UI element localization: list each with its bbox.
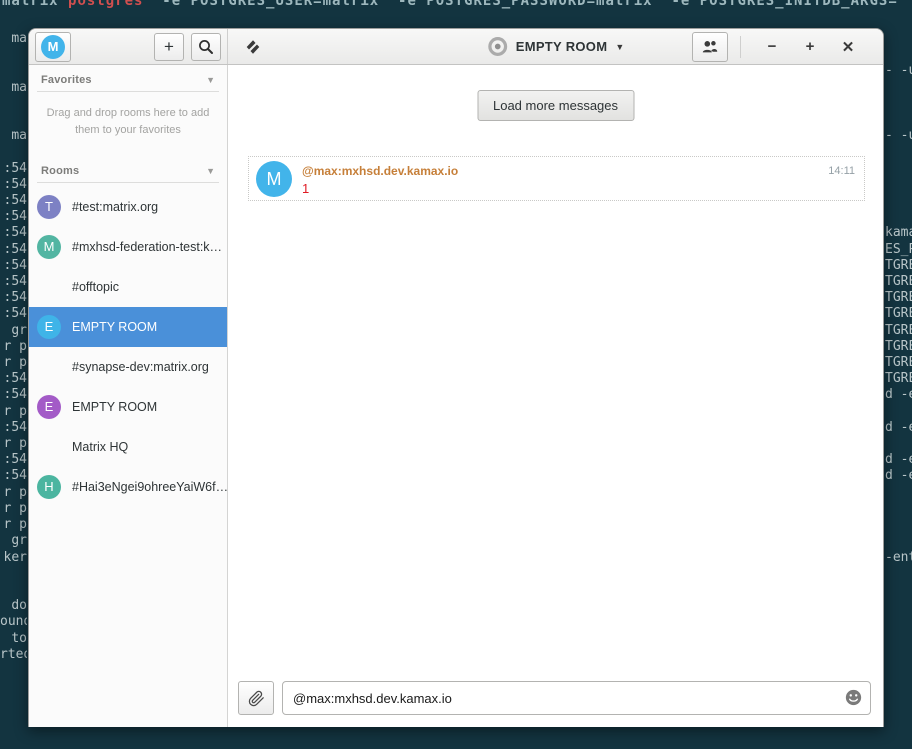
favorites-section-header[interactable]: Favorites ▼: [29, 65, 227, 89]
room-row[interactable]: #offtopic: [29, 267, 227, 307]
minimize-button[interactable]: −: [764, 38, 780, 55]
room-list: T #test:matrix.org M #mxhsd-federation-test…: [29, 187, 227, 507]
search-button[interactable]: [191, 33, 221, 61]
room-name: Matrix HQ: [72, 440, 128, 454]
maximize-button[interactable]: +: [802, 38, 818, 55]
room-avatar: H: [37, 475, 61, 499]
rooms-label: Rooms: [41, 165, 79, 177]
matrix-client-window: M + EMPTY ROOM ▼: [28, 28, 884, 727]
room-row[interactable]: H #Hai3eNgei9ohreeYaiW6f…: [29, 467, 227, 507]
message-body: 1: [302, 181, 309, 196]
room-name: EMPTY ROOM: [72, 400, 157, 414]
members-icon: [701, 39, 719, 55]
chevron-down-icon: ▼: [206, 75, 215, 85]
account-button[interactable]: M: [35, 32, 71, 62]
room-row[interactable]: #synapse-dev:matrix.org: [29, 347, 227, 387]
room-name: #mxhsd-federation-test:k…: [72, 240, 222, 254]
add-room-button[interactable]: +: [154, 33, 184, 61]
room-row[interactable]: M #mxhsd-federation-test:k…: [29, 227, 227, 267]
room-avatar-empty: [37, 435, 61, 459]
message-avatar: M: [256, 161, 292, 197]
message-input[interactable]: [282, 681, 871, 715]
favorites-label: Favorites: [41, 74, 92, 86]
room-avatar: T: [37, 195, 61, 219]
room-name: EMPTY ROOM: [72, 320, 157, 334]
emoji-icon[interactable]: [845, 689, 862, 706]
room-row[interactable]: T #test:matrix.org: [29, 187, 227, 227]
app-logo-icon: [244, 38, 262, 56]
attach-button[interactable]: [238, 681, 274, 715]
room-avatar: E: [37, 395, 61, 419]
terminal-left-column: ma ma ma :54 :54 :54 :54 :54 :54 :54 :54…: [0, 31, 27, 731]
room-header: EMPTY ROOM ▼: [228, 29, 883, 64]
chevron-down-icon: ▼: [206, 166, 215, 176]
composer-bar: [238, 681, 871, 715]
room-avatar: E: [37, 315, 61, 339]
header-bar: M + EMPTY ROOM ▼: [29, 29, 883, 65]
screen: matrix postgres -e POSTGRES_USER=matrix …: [0, 0, 912, 749]
search-icon: [198, 39, 214, 55]
paperclip-icon: [248, 690, 265, 707]
room-name: #Hai3eNgei9ohreeYaiW6f…: [72, 480, 227, 494]
rooms-section-header[interactable]: Rooms ▼: [29, 156, 227, 180]
message-sender: @max:mxhsd.dev.kamax.io: [302, 164, 458, 178]
chevron-down-icon: ▼: [615, 42, 624, 52]
favorites-placeholder: Drag and drop rooms here to add them to …: [45, 105, 211, 139]
header-separator: [740, 36, 741, 58]
sidebar-header: M +: [29, 29, 228, 64]
room-title: EMPTY ROOM: [516, 39, 608, 54]
room-name: #offtopic: [72, 280, 119, 294]
message-timestamp: 14:11: [828, 165, 855, 177]
room-title-dropdown[interactable]: EMPTY ROOM ▼: [487, 29, 625, 64]
close-button[interactable]: ✕: [840, 38, 856, 56]
room-avatar-icon: [487, 36, 508, 57]
message-input-wrap: [282, 681, 871, 715]
room-row[interactable]: E EMPTY ROOM: [29, 307, 227, 347]
terminal-text: matrix: [2, 0, 68, 9]
room-avatar: M: [37, 235, 61, 259]
room-name: #test:matrix.org: [72, 200, 158, 214]
header-right-controls: − + ✕: [692, 32, 883, 62]
divider: [37, 182, 219, 183]
members-button[interactable]: [692, 32, 728, 62]
message-item[interactable]: M @max:mxhsd.dev.kamax.io 1 14:11: [248, 156, 865, 201]
terminal-command-line: matrix postgres -e POSTGRES_USER=matrix …: [2, 0, 912, 9]
room-avatar-empty: [37, 355, 61, 379]
room-avatar-empty: [37, 275, 61, 299]
room-sidebar: Favorites ▼ Drag and drop rooms here to …: [29, 65, 228, 727]
room-row[interactable]: Matrix HQ: [29, 427, 227, 467]
account-avatar: M: [41, 35, 65, 59]
terminal-right-column: - -u - -u kama ES_P TGRE TGRE TGRE TGRE …: [885, 31, 912, 731]
terminal-text: -e POSTGRES_USER=matrix -e POSTGRES_PASS…: [143, 0, 912, 9]
terminal-highlight-text: postgres: [68, 0, 143, 9]
load-more-button[interactable]: Load more messages: [477, 90, 634, 121]
divider: [37, 91, 219, 92]
room-name: #synapse-dev:matrix.org: [72, 360, 209, 374]
room-row[interactable]: E EMPTY ROOM: [29, 387, 227, 427]
message-pane: Load more messages M @max:mxhsd.dev.kama…: [228, 65, 883, 727]
